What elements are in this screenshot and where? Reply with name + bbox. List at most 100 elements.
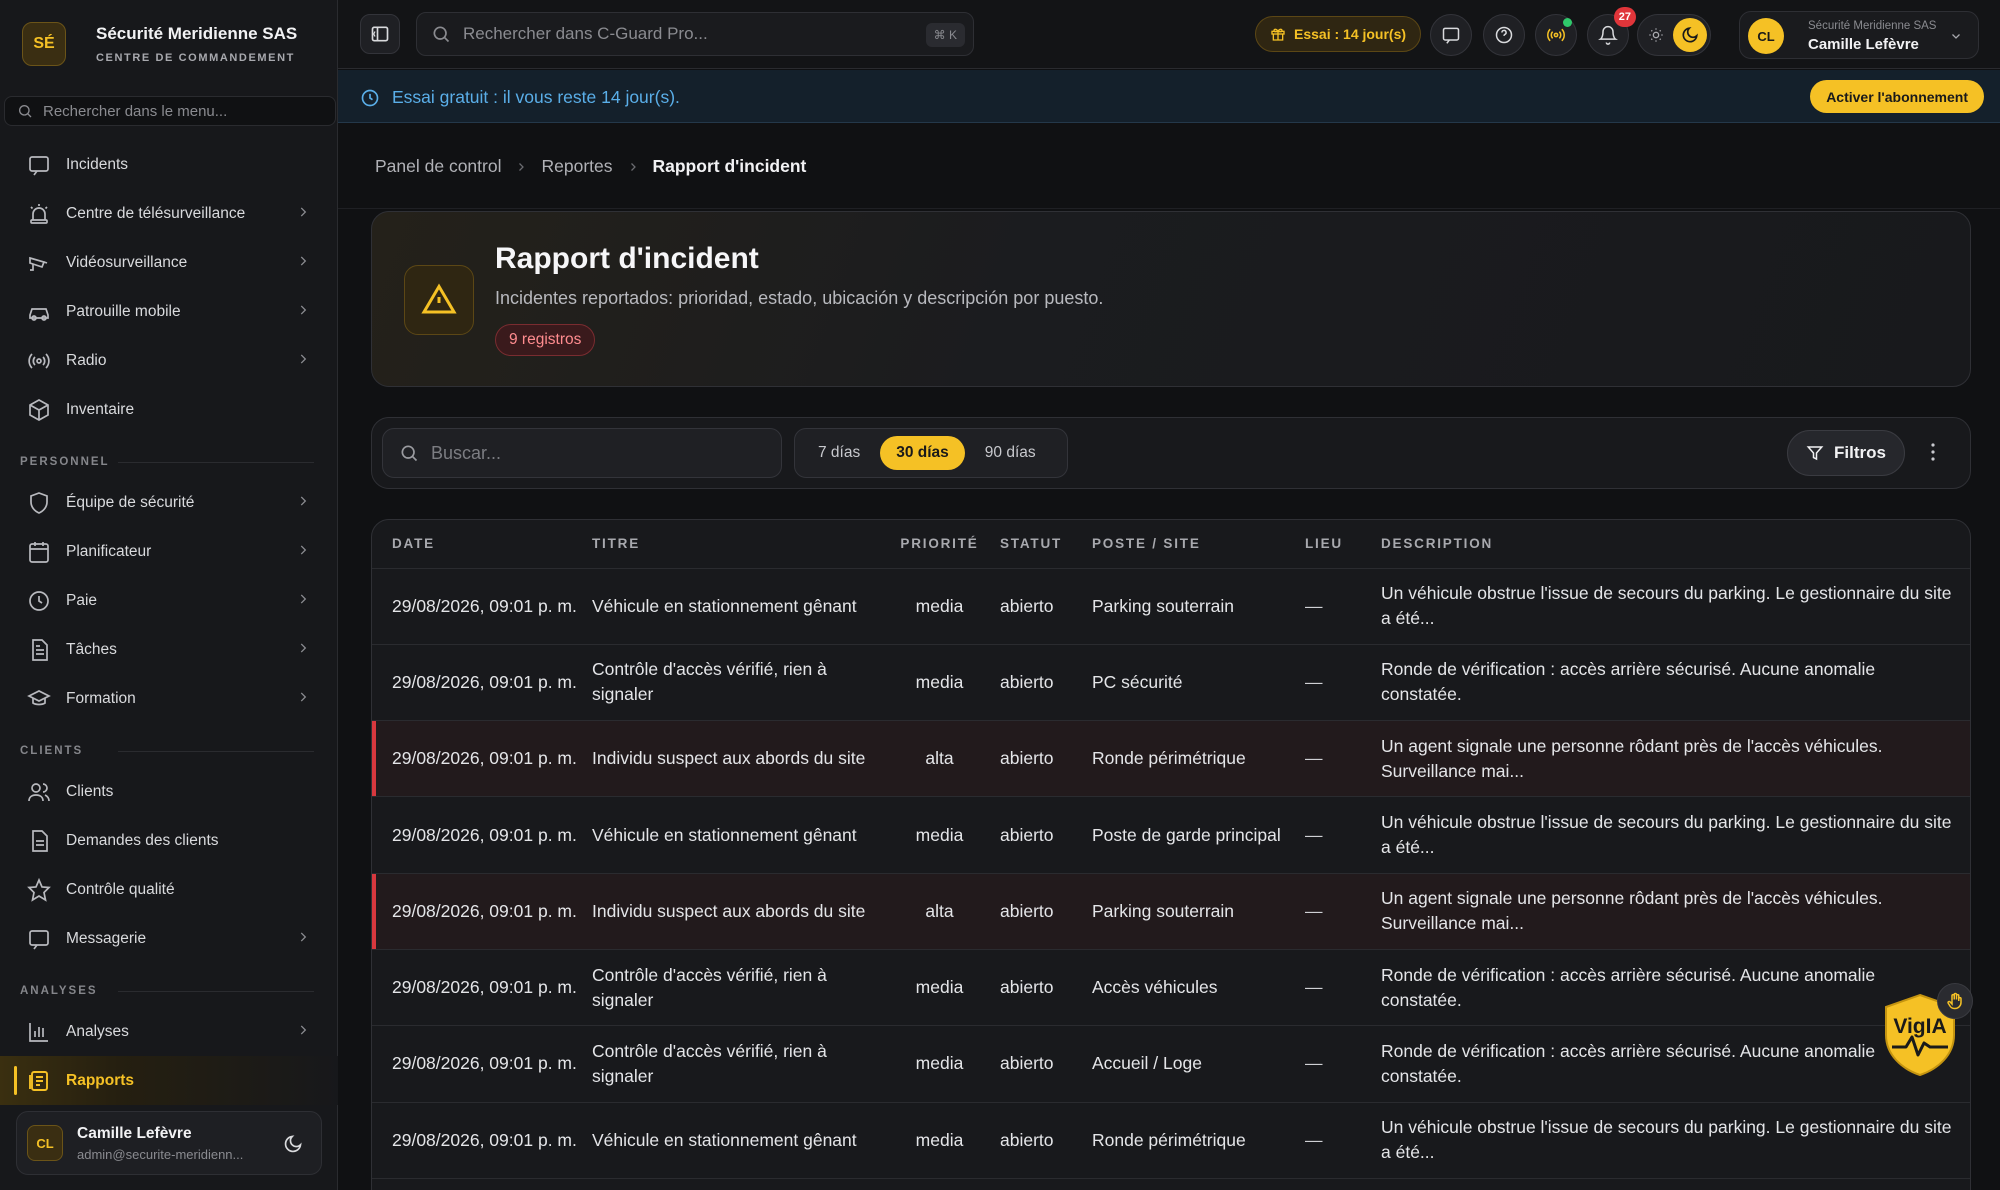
cell-description: Un véhicule obstrue l'issue de secours d…	[1381, 796, 1970, 874]
radio-status-button[interactable]	[1535, 14, 1577, 56]
sidebar-item-telesurveillance[interactable]: Centre de télésurveillance	[0, 189, 338, 238]
table-row[interactable]: 29/08/2026, 09:01 p. m. Contrôle d'accès …	[372, 949, 1970, 1027]
cell-priority: media	[890, 1025, 989, 1103]
brand-logo: SÉ	[22, 22, 66, 66]
sidebar-item-incidents[interactable]: Incidents	[0, 140, 338, 189]
sidebar-item-analyses[interactable]: Analyses	[0, 1007, 338, 1056]
sidebar-toggle-button[interactable]	[360, 14, 400, 54]
breadcrumb-current: Rapport d'incident	[652, 156, 807, 176]
theme-toggle[interactable]	[1637, 14, 1711, 56]
brand-subtitle: CENTRE DE COMMANDEMENT	[96, 52, 295, 64]
sidebar-item-equipe[interactable]: Équipe de sécurité	[0, 478, 338, 527]
table-row[interactable]: 29/08/2026, 09:01 p. m. Contrôle d'accès …	[372, 1025, 1970, 1103]
drag-handle-button[interactable]	[1937, 983, 1973, 1019]
table-row[interactable]: 29/08/2026, 09:01 p. m. Véhicule en stati…	[372, 796, 1970, 874]
cell-status: abierto	[989, 1025, 1092, 1103]
more-options-icon[interactable]	[1921, 440, 1945, 464]
table-row[interactable]: 29/08/2026, 09:01 p. m. Individu suspect …	[372, 720, 1970, 798]
range-30-days[interactable]: 30 días	[880, 436, 965, 470]
sidebar-item-rapports[interactable]: Rapports	[0, 1056, 338, 1105]
table-search-input[interactable]: Buscar...	[382, 428, 782, 478]
help-button[interactable]	[1483, 14, 1525, 56]
global-search-input[interactable]: Rechercher dans C-Guard Pro... ⌘ K	[416, 12, 974, 56]
notifications-button[interactable]: 27	[1587, 7, 1636, 56]
sidebar-user-card[interactable]: CL Camille Lefèvre admin@securite-meridi…	[16, 1111, 322, 1175]
sidebar-item-label: Équipe de sécurité	[66, 493, 195, 511]
sidebar-item-messagerie[interactable]: Messagerie	[0, 914, 338, 963]
sidebar-item-paie[interactable]: Paie	[0, 576, 338, 625]
column-header-site[interactable]: POSTE / SITE	[1092, 520, 1305, 569]
sidebar: SÉ Sécurité Meridienne SAS CENTRE DE COM…	[0, 0, 338, 1190]
sidebar-item-planificateur[interactable]: Planificateur	[0, 527, 338, 576]
brand-name: Sécurité Meridienne SAS	[96, 24, 298, 43]
account-menu[interactable]: CL Sécurité Meridienne SAS Camille Lefèv…	[1739, 11, 1979, 59]
incident-icon	[24, 150, 54, 180]
column-header-date[interactable]: DATE	[372, 520, 592, 569]
sidebar-item-label: Formation	[66, 689, 136, 707]
column-header-lieu[interactable]: LIEU	[1305, 520, 1381, 569]
cell-site: Parking souterrain	[1092, 873, 1305, 950]
breadcrumb: Panel de control Reportes Rapport d'inci…	[375, 156, 806, 177]
cell-site: Ronde périmétrique	[1092, 720, 1305, 798]
search-icon	[19, 105, 32, 118]
warning-icon	[404, 265, 474, 335]
sidebar-item-videosurveillance[interactable]: Vidéosurveillance	[0, 238, 338, 287]
cell-site: PC sécurité	[1092, 644, 1305, 722]
shortcut-hint: ⌘ K	[925, 23, 965, 47]
box-icon	[24, 395, 54, 425]
cell-lieu: —	[1305, 568, 1381, 645]
filters-button[interactable]: Filtros	[1787, 430, 1905, 476]
tasks-icon	[24, 635, 54, 665]
sidebar-item-radio[interactable]: Radio	[0, 336, 338, 385]
sidebar-item-inventaire[interactable]: Inventaire	[0, 385, 338, 434]
menu-search-input[interactable]: Rechercher dans le menu...	[4, 96, 336, 126]
chevron-right-icon	[296, 641, 310, 655]
activate-subscription-button[interactable]: Activer l'abonnement	[1810, 80, 1984, 113]
column-header-priority[interactable]: PRIORITÉ	[890, 520, 989, 569]
breadcrumb-item[interactable]: Reportes	[541, 156, 612, 177]
clock-icon	[24, 586, 54, 616]
calendar-icon	[24, 537, 54, 567]
sidebar-item-clients[interactable]: Clients	[0, 767, 338, 816]
user-name: Camille Lefèvre	[77, 1124, 192, 1142]
sidebar-item-label: Planificateur	[66, 542, 152, 560]
cell-lieu: —	[1305, 873, 1381, 950]
cctv-icon	[24, 248, 54, 278]
moon-icon	[1673, 18, 1707, 52]
breadcrumb-item[interactable]: Panel de control	[375, 156, 501, 177]
sidebar-item-patrouille[interactable]: Patrouille mobile	[0, 287, 338, 336]
table-search-placeholder: Buscar...	[431, 442, 502, 463]
shield-icon	[24, 488, 54, 518]
column-header-title[interactable]: TITRE	[592, 520, 890, 569]
global-search-placeholder: Rechercher dans C-Guard Pro...	[463, 24, 708, 43]
cell-date: 29/08/2026, 09:01 p. m.	[372, 796, 592, 874]
table-row[interactable]: 29/08/2026, 09:01 p. m. Contrôle d'accès …	[372, 644, 1970, 722]
sidebar-item-controle-qualite[interactable]: Contrôle qualité	[0, 865, 338, 914]
document-icon	[24, 826, 54, 856]
sidebar-item-label: Clients	[66, 782, 114, 800]
sidebar-item-label: Contrôle qualité	[66, 880, 175, 898]
sun-icon	[1648, 27, 1664, 43]
table-row[interactable]: 29/08/2026, 09:01 p. m. Individu suspect …	[372, 873, 1970, 950]
trial-pill-label: Essai : 14 jour(s)	[1294, 26, 1407, 42]
trial-pill[interactable]: Essai : 14 jour(s)	[1255, 16, 1422, 52]
table-row[interactable]: 29/08/2026, 09:01 p. m. Véhicule en stati…	[372, 568, 1970, 645]
column-header-status[interactable]: STATUT	[989, 520, 1092, 569]
sidebar-item-formation[interactable]: Formation	[0, 674, 338, 723]
search-icon	[433, 26, 450, 43]
avatar: CL	[1748, 18, 1784, 54]
sidebar-item-label: Inventaire	[66, 400, 135, 418]
moon-icon[interactable]	[283, 1134, 303, 1154]
table-row[interactable]: 29/08/2026, 09:01 p. m. Véhicule en stati…	[372, 1102, 1970, 1179]
record-count-badge: 9 registros	[495, 324, 596, 356]
range-90-days[interactable]: 90 días	[969, 436, 1052, 470]
sidebar-item-label: Rapports	[66, 1071, 135, 1089]
messages-button[interactable]	[1430, 14, 1472, 56]
range-7-days[interactable]: 7 días	[802, 436, 876, 470]
sidebar-item-demandes[interactable]: Demandes des clients	[0, 816, 338, 865]
sidebar-nav: Incidents Centre de télésurveillance Vid…	[0, 140, 338, 1105]
sidebar-item-taches[interactable]: Tâches	[0, 625, 338, 674]
brand[interactable]: SÉ Sécurité Meridienne SAS CENTRE DE COM…	[22, 22, 297, 66]
bell-icon	[1598, 25, 1618, 45]
column-header-description[interactable]: DESCRIPTION	[1381, 520, 1970, 569]
